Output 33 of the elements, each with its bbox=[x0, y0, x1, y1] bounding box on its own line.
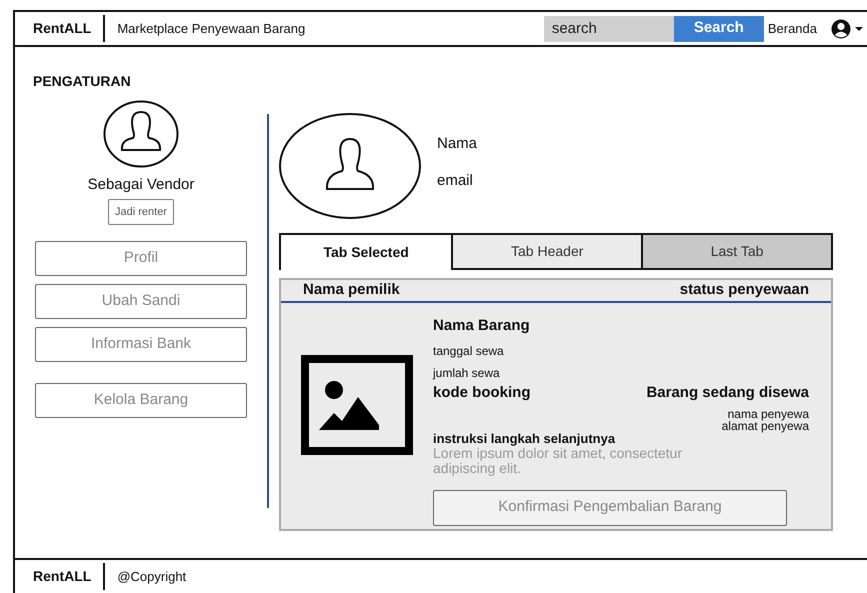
copyright-text: @Copyright bbox=[116, 568, 188, 586]
rental-status: Barang sedang disewa bbox=[646, 382, 809, 402]
switch-role-button[interactable]: Jadi renter bbox=[108, 198, 174, 225]
image-icon bbox=[301, 355, 413, 455]
site-tagline: Marketplace Penyewaan Barang bbox=[116, 20, 306, 38]
instruction-title: instruksi langkah selanjutnya bbox=[433, 432, 616, 446]
avatar-icon bbox=[103, 100, 179, 168]
footer-brand: RentALL bbox=[15, 563, 106, 590]
status-heading: status penyewaan bbox=[680, 280, 809, 300]
rent-date: tanggal sewa bbox=[433, 342, 505, 360]
renter-name: nama penyewa bbox=[728, 408, 809, 420]
settings-title: PENGATURAN bbox=[33, 72, 131, 91]
brand-logo[interactable]: RentALL bbox=[15, 15, 106, 42]
search-field[interactable]: search bbox=[544, 16, 674, 42]
role-label: Sebagai Vendor bbox=[88, 175, 194, 195]
owner-name: Nama pemilik bbox=[303, 280, 400, 300]
search-button[interactable]: Search bbox=[674, 16, 764, 42]
tab[interactable]: Tab Selected bbox=[279, 233, 454, 270]
booking-code: kode booking bbox=[433, 382, 530, 402]
renter-address: alamat penyewa bbox=[722, 420, 809, 432]
menu-button[interactable]: Ubah Sandi bbox=[35, 284, 247, 319]
tab[interactable]: Last Tab bbox=[643, 233, 833, 270]
instruction-text: Lorem ipsum dolor sit amet, consectetur adipiscing elit. bbox=[433, 446, 683, 476]
item-name: Nama Barang bbox=[433, 316, 531, 336]
menu-button[interactable]: Profil bbox=[35, 241, 247, 276]
profile-email: email bbox=[437, 170, 474, 190]
home-link[interactable]: Beranda bbox=[764, 18, 823, 38]
menu-button[interactable]: Kelola Barang bbox=[35, 383, 247, 418]
profile-name: Nama bbox=[437, 134, 478, 154]
tab[interactable]: Tab Header bbox=[453, 233, 644, 270]
rent-amount: jumlah sewa bbox=[433, 364, 501, 382]
menu-button[interactable]: Informasi Bank bbox=[35, 327, 247, 362]
avatar-icon bbox=[279, 113, 421, 219]
